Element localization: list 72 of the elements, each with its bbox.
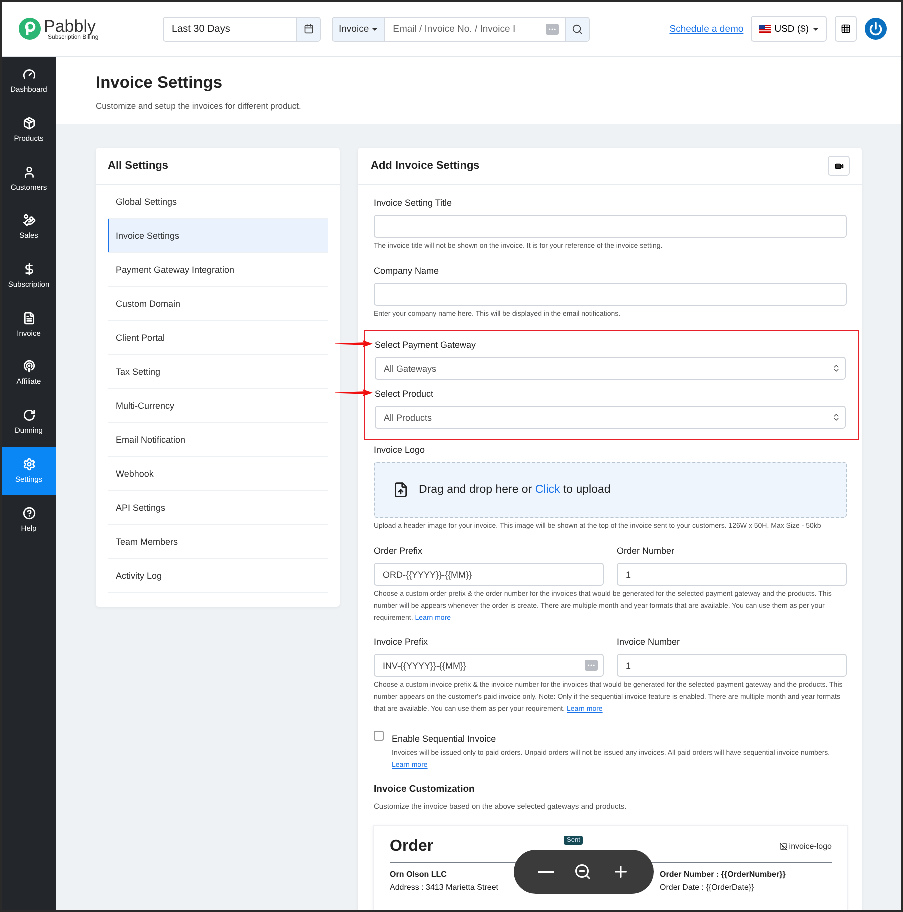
number-input[interactable]: 1 xyxy=(617,654,847,678)
field-label: Order Prefix xyxy=(374,546,424,556)
field-label: Invoice Number xyxy=(617,637,682,648)
select-dropdown[interactable]: All Products xyxy=(375,406,846,430)
settings-menu-item[interactable]: Activity Log xyxy=(108,559,328,593)
package-icon xyxy=(22,117,36,130)
text-input[interactable]: INV-{{YYYY}}-{{MM}} xyxy=(374,654,604,678)
field-label: Company Name xyxy=(374,266,440,276)
currency-dropdown[interactable]: USD ($) xyxy=(750,16,827,42)
flag-icon xyxy=(758,25,771,33)
document-icon xyxy=(22,312,36,325)
settings-menu-item[interactable]: Invoice Settings xyxy=(108,219,328,253)
page-title: Invoice Settings xyxy=(96,74,224,93)
sort-icon xyxy=(832,413,841,422)
schedule-demo-link[interactable]: Schedule a demo xyxy=(670,24,744,34)
select-dropdown[interactable]: All Gateways xyxy=(375,357,846,380)
company-address: Address : 3413 Marietta Street xyxy=(390,882,498,892)
order-number: Order Number : {{OrderNumber}} xyxy=(660,870,786,879)
help-icon xyxy=(22,506,36,520)
checkbox[interactable] xyxy=(374,731,384,742)
text-input[interactable] xyxy=(374,282,847,306)
settings-menu-item[interactable]: Payment Gateway Integration xyxy=(108,253,328,287)
file-upload-icon xyxy=(393,482,409,498)
field-label: Select Product xyxy=(375,389,435,400)
zoom-reset-button[interactable] xyxy=(574,862,592,881)
checkbox-label: Enable Sequential Invoice xyxy=(392,734,496,744)
zoom-out-button[interactable] xyxy=(538,870,554,873)
settings-menu-item[interactable]: Client Portal xyxy=(108,321,328,355)
text-input[interactable]: ORD-{{YYYY}}-{{MM}} xyxy=(374,563,604,586)
sort-icon xyxy=(832,364,841,374)
settings-menu-item[interactable]: Email Notification xyxy=(108,423,328,457)
settings-menu-item[interactable]: Multi-Currency xyxy=(108,389,328,423)
logo-icon xyxy=(18,17,42,41)
settings-menu-item[interactable]: Webhook xyxy=(108,457,328,491)
gauge-icon xyxy=(22,68,36,82)
text-input[interactable] xyxy=(374,215,847,238)
ellipsis-icon xyxy=(585,660,598,672)
preview-title: Order xyxy=(390,838,434,856)
field-label: Order Number xyxy=(617,546,676,556)
settings-icon xyxy=(22,458,36,471)
user-icon xyxy=(22,166,36,179)
number-input[interactable]: 1 xyxy=(617,563,847,586)
refresh-icon xyxy=(22,409,36,422)
broken-image-icon xyxy=(780,842,788,851)
minus-icon xyxy=(538,870,554,873)
broadcast-icon xyxy=(22,360,36,374)
card-title: Add Invoice Settings xyxy=(371,160,480,172)
field-label: Invoice Logo xyxy=(374,445,426,456)
apps-grid-button[interactable] xyxy=(835,16,857,42)
upload-dropzone[interactable]: Drag and drop here or Click to upload xyxy=(374,462,847,518)
field-label: Select Payment Gateway xyxy=(375,340,478,350)
settings-menu-item[interactable]: Tax Setting xyxy=(108,355,328,389)
power-button[interactable] xyxy=(865,18,887,40)
power-icon xyxy=(869,22,883,36)
brand-name: Pabbly xyxy=(44,18,96,34)
page-subtitle: Customize and setup the invoices for different product. xyxy=(96,101,302,111)
video-button[interactable] xyxy=(828,156,850,176)
field-label: Invoice Setting Title xyxy=(374,198,454,208)
zoom-out-icon xyxy=(574,862,592,881)
hand-coin-icon xyxy=(22,214,36,228)
grid-icon xyxy=(841,24,851,34)
company-name: Orn Olson LLC xyxy=(390,870,447,879)
settings-menu-item[interactable]: Custom Domain xyxy=(108,287,328,321)
order-date: Order Date : {{OrderDate}} xyxy=(660,882,754,892)
settings-menu-item[interactable]: Team Members xyxy=(108,525,328,559)
field-label: Invoice Prefix xyxy=(374,637,430,648)
card-title: All Settings xyxy=(108,160,169,172)
section-title: Invoice Customization xyxy=(374,784,476,795)
dollar-icon xyxy=(22,263,36,276)
settings-menu-item[interactable]: API Settings xyxy=(108,491,328,525)
broken-image-alt: invoice-logo xyxy=(780,842,832,852)
video-camera-icon xyxy=(834,162,844,170)
